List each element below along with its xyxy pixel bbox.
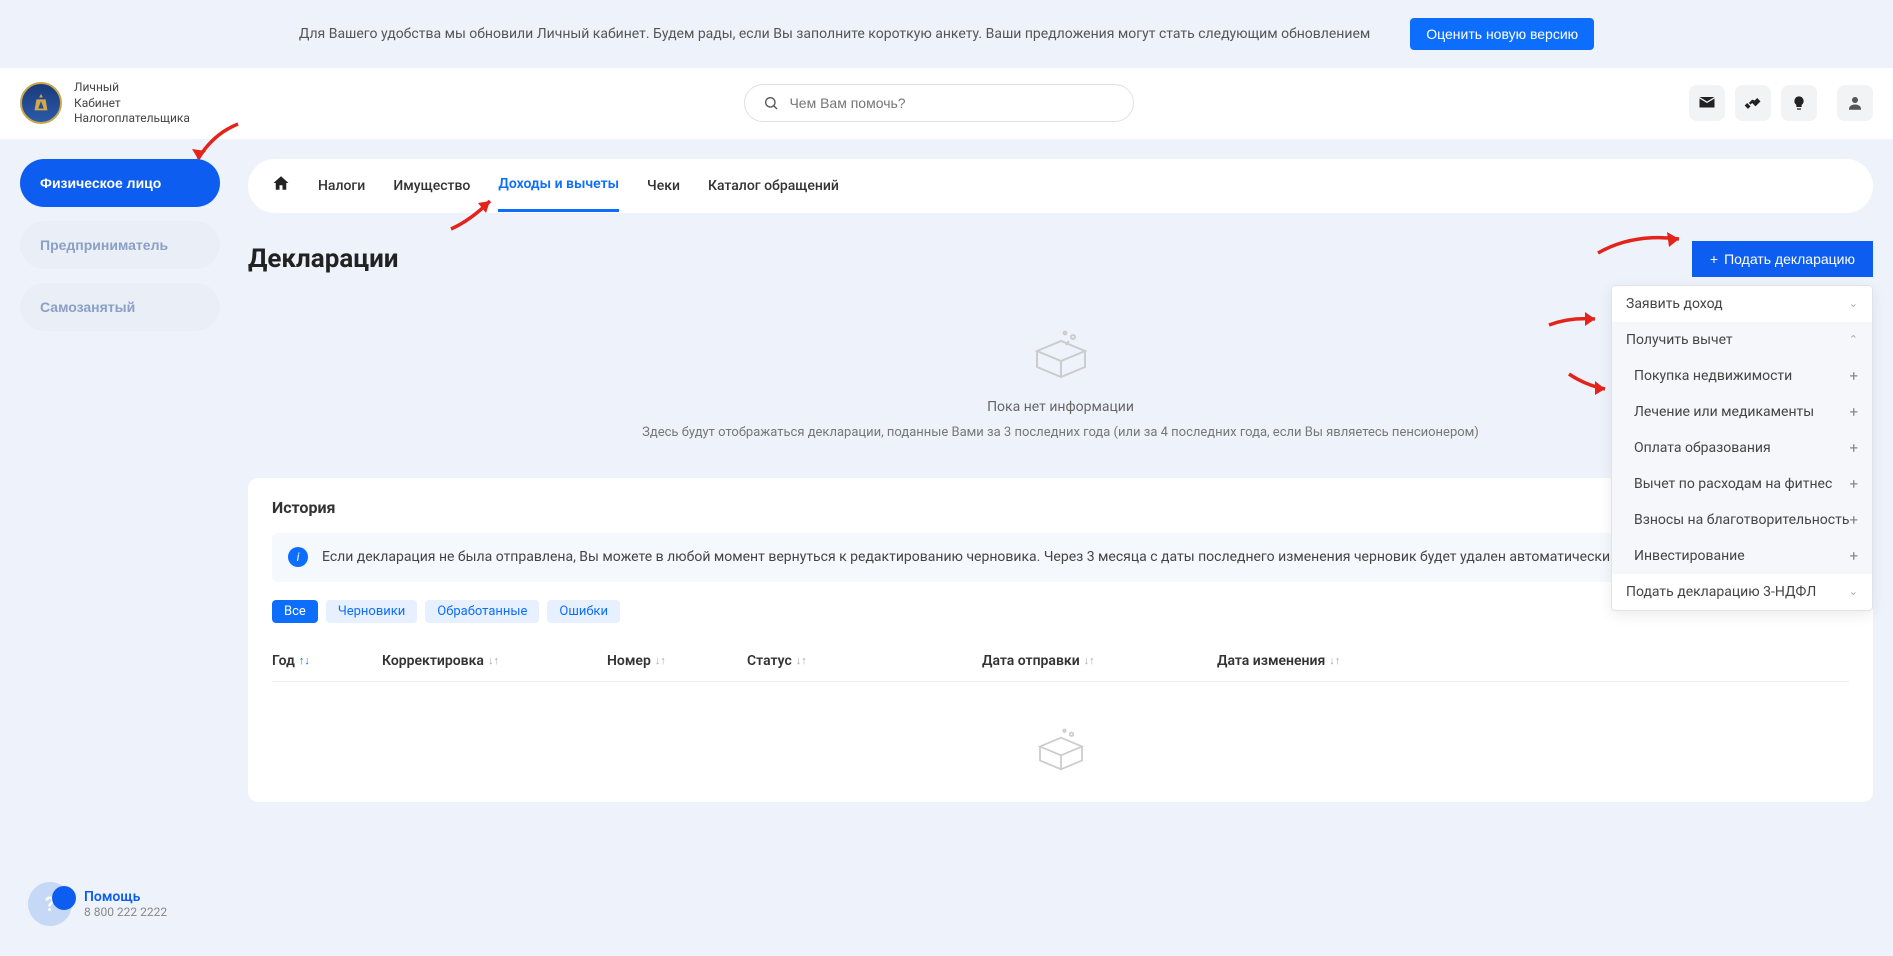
- plus-icon: +: [1849, 367, 1858, 385]
- filter-drafts[interactable]: Черновики: [326, 600, 417, 623]
- dd-sub-investing[interactable]: Инвестирование+: [1612, 538, 1872, 574]
- filter-all[interactable]: Все: [272, 600, 318, 623]
- logo-text: Личный Кабинет Налогоплательщика: [74, 80, 190, 127]
- chevron-up-icon: ⌃: [1849, 333, 1858, 346]
- search-input-wrap[interactable]: [744, 84, 1134, 122]
- plus-icon: +: [1849, 403, 1858, 421]
- help-widget[interactable]: ? Помощь 8 800 222 2222: [28, 882, 167, 926]
- dd-sub-medical[interactable]: Лечение или медикаменты+: [1612, 394, 1872, 430]
- plus-icon: +: [1849, 439, 1858, 457]
- user-icon[interactable]: [1837, 85, 1873, 121]
- chevron-down-icon: ⌄: [1849, 297, 1858, 310]
- dd-sub-fitness[interactable]: Вычет по расходам на фитнес+: [1612, 466, 1872, 502]
- dd-sub-property[interactable]: Покупка недвижимости+: [1612, 358, 1872, 394]
- sort-icon: ↓↑: [655, 654, 666, 667]
- handshake-icon[interactable]: [1735, 85, 1771, 121]
- help-phone: 8 800 222 2222: [84, 905, 167, 919]
- sidebar: Физическое лицо Предприниматель Самозаня…: [20, 139, 220, 345]
- emblem-icon: [20, 82, 62, 124]
- sidebar-item-individual[interactable]: Физическое лицо: [20, 159, 220, 207]
- main-content: Налоги Имущество Доходы и вычеты Чеки Ка…: [248, 139, 1873, 802]
- nav-income[interactable]: Доходы и вычеты: [498, 159, 619, 212]
- help-title: Помощь: [84, 889, 167, 905]
- plus-icon: +: [1849, 475, 1858, 493]
- plus-icon: +: [1710, 251, 1718, 267]
- search-icon: [763, 95, 779, 111]
- sidebar-item-selfemployed[interactable]: Самозанятый: [20, 283, 220, 331]
- col-sent-date[interactable]: Дата отправки↓↑: [982, 653, 1217, 669]
- dd-sub-charity[interactable]: Взносы на благотворительность+: [1612, 502, 1872, 538]
- help-icon: ?: [28, 882, 72, 926]
- nav-taxes[interactable]: Налоги: [318, 161, 365, 211]
- home-icon[interactable]: [272, 174, 290, 197]
- col-correction[interactable]: Корректировка↓↑: [382, 653, 607, 669]
- top-nav: Налоги Имущество Доходы и вычеты Чеки Ка…: [248, 159, 1873, 213]
- mail-icon[interactable]: [1689, 85, 1725, 121]
- filter-processed[interactable]: Обработанные: [425, 600, 539, 623]
- sort-icon: ↑↓: [299, 654, 310, 667]
- history-empty-icon: [272, 682, 1849, 782]
- col-number[interactable]: Номер↓↑: [607, 653, 747, 669]
- filter-errors[interactable]: Ошибки: [547, 600, 620, 623]
- info-text: Если декларация не была отправлена, Вы м…: [322, 547, 1610, 568]
- banner-text: Для Вашего удобства мы обновили Личный к…: [299, 26, 1370, 42]
- rate-version-button[interactable]: Оценить новую версию: [1410, 18, 1594, 50]
- sort-icon: ↓↑: [796, 654, 807, 667]
- nav-property[interactable]: Имущество: [393, 161, 470, 211]
- dd-sub-education[interactable]: Оплата образования+: [1612, 430, 1872, 466]
- search-input[interactable]: [789, 95, 1115, 111]
- col-status[interactable]: Статус↓↑: [747, 653, 982, 669]
- nav-requests[interactable]: Каталог обращений: [708, 161, 839, 211]
- logo[interactable]: Личный Кабинет Налогоплательщика: [20, 80, 190, 127]
- sidebar-item-entrepreneur[interactable]: Предприниматель: [20, 221, 220, 269]
- nav-receipts[interactable]: Чеки: [647, 161, 680, 211]
- plus-icon: +: [1849, 511, 1858, 529]
- page-title: Декларации: [248, 244, 399, 274]
- lightbulb-icon[interactable]: [1781, 85, 1817, 121]
- sort-icon: ↓↑: [1084, 654, 1095, 667]
- col-change-date[interactable]: Дата изменения↓↑: [1217, 653, 1849, 669]
- update-banner: Для Вашего удобства мы обновили Личный к…: [0, 0, 1893, 68]
- sort-icon: ↓↑: [1329, 654, 1340, 667]
- dd-declare-income[interactable]: Заявить доход ⌄: [1612, 286, 1872, 322]
- submit-declaration-button[interactable]: + Подать декларацию: [1692, 241, 1873, 277]
- sort-icon: ↓↑: [488, 654, 499, 667]
- declaration-dropdown: Заявить доход ⌄ Получить вычет ⌃ Покупка…: [1611, 285, 1873, 611]
- plus-icon: +: [1849, 547, 1858, 565]
- info-icon: i: [288, 547, 308, 567]
- dd-get-deduction[interactable]: Получить вычет ⌃: [1612, 322, 1872, 358]
- chevron-down-icon: ⌄: [1849, 585, 1858, 598]
- dd-3ndfl[interactable]: Подать декларацию 3-НДФЛ ⌄: [1612, 574, 1872, 610]
- header: Личный Кабинет Налогоплательщика: [0, 68, 1893, 139]
- table-header: Год↑↓ Корректировка↓↑ Номер↓↑ Статус↓↑ Д…: [272, 641, 1849, 682]
- col-year[interactable]: Год↑↓: [272, 653, 382, 669]
